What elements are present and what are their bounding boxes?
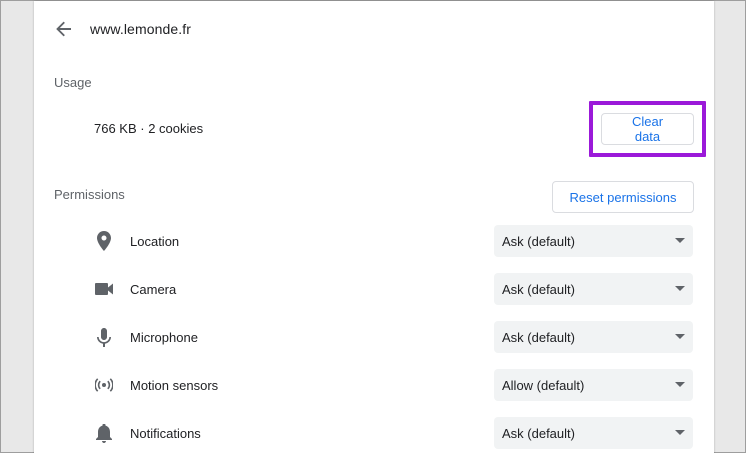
select-value: Ask (default) [502, 281, 575, 297]
caret-down-icon [675, 286, 685, 291]
location-select[interactable]: Ask (default) [494, 225, 693, 257]
location-pin-icon [94, 231, 114, 251]
camera-select[interactable]: Ask (default) [494, 273, 693, 305]
select-value: Allow (default) [502, 377, 585, 393]
arrow-back-icon [56, 21, 72, 37]
caret-down-icon [675, 382, 685, 387]
bell-icon [94, 423, 114, 443]
motion-sensors-select[interactable]: Allow (default) [494, 369, 693, 401]
page-header: www.lemonde.fr [52, 15, 191, 43]
notifications-select[interactable]: Ask (default) [494, 417, 693, 449]
select-value: Ask (default) [502, 329, 575, 345]
permissions-heading: Permissions [54, 187, 125, 202]
permission-row-notifications: Notifications Ask (default) [34, 411, 714, 453]
usage-summary: 766 KB · 2 cookies [94, 121, 204, 136]
clear-data-button[interactable]: Clear data [601, 113, 694, 145]
site-settings-card: www.lemonde.fr Usage 766 KB · 2 cookies … [34, 1, 714, 453]
permission-label: Microphone [130, 330, 198, 345]
permission-row-camera: Camera Ask (default) [34, 267, 714, 315]
permission-label: Camera [130, 282, 177, 297]
reset-permissions-button[interactable]: Reset permissions [552, 181, 694, 213]
usage-heading: Usage [54, 75, 92, 90]
back-button[interactable] [52, 17, 76, 41]
permission-row-microphone: Microphone Ask (default) [34, 315, 714, 363]
select-value: Ask (default) [502, 425, 575, 441]
page-title: www.lemonde.fr [90, 21, 191, 37]
select-value: Ask (default) [502, 233, 575, 249]
permission-row-motion-sensors: Motion sensors Allow (default) [34, 363, 714, 411]
permission-row-location: Location Ask (default) [34, 219, 714, 267]
motion-sensors-icon [94, 375, 114, 395]
permission-label: Location [130, 234, 180, 249]
permission-label: Notifications [130, 426, 201, 441]
microphone-select[interactable]: Ask (default) [494, 321, 693, 353]
permission-label: Motion sensors [130, 378, 219, 393]
caret-down-icon [675, 430, 685, 435]
caret-down-icon [675, 334, 685, 339]
microphone-icon [94, 327, 114, 347]
camera-icon [94, 279, 114, 299]
caret-down-icon [675, 238, 685, 243]
